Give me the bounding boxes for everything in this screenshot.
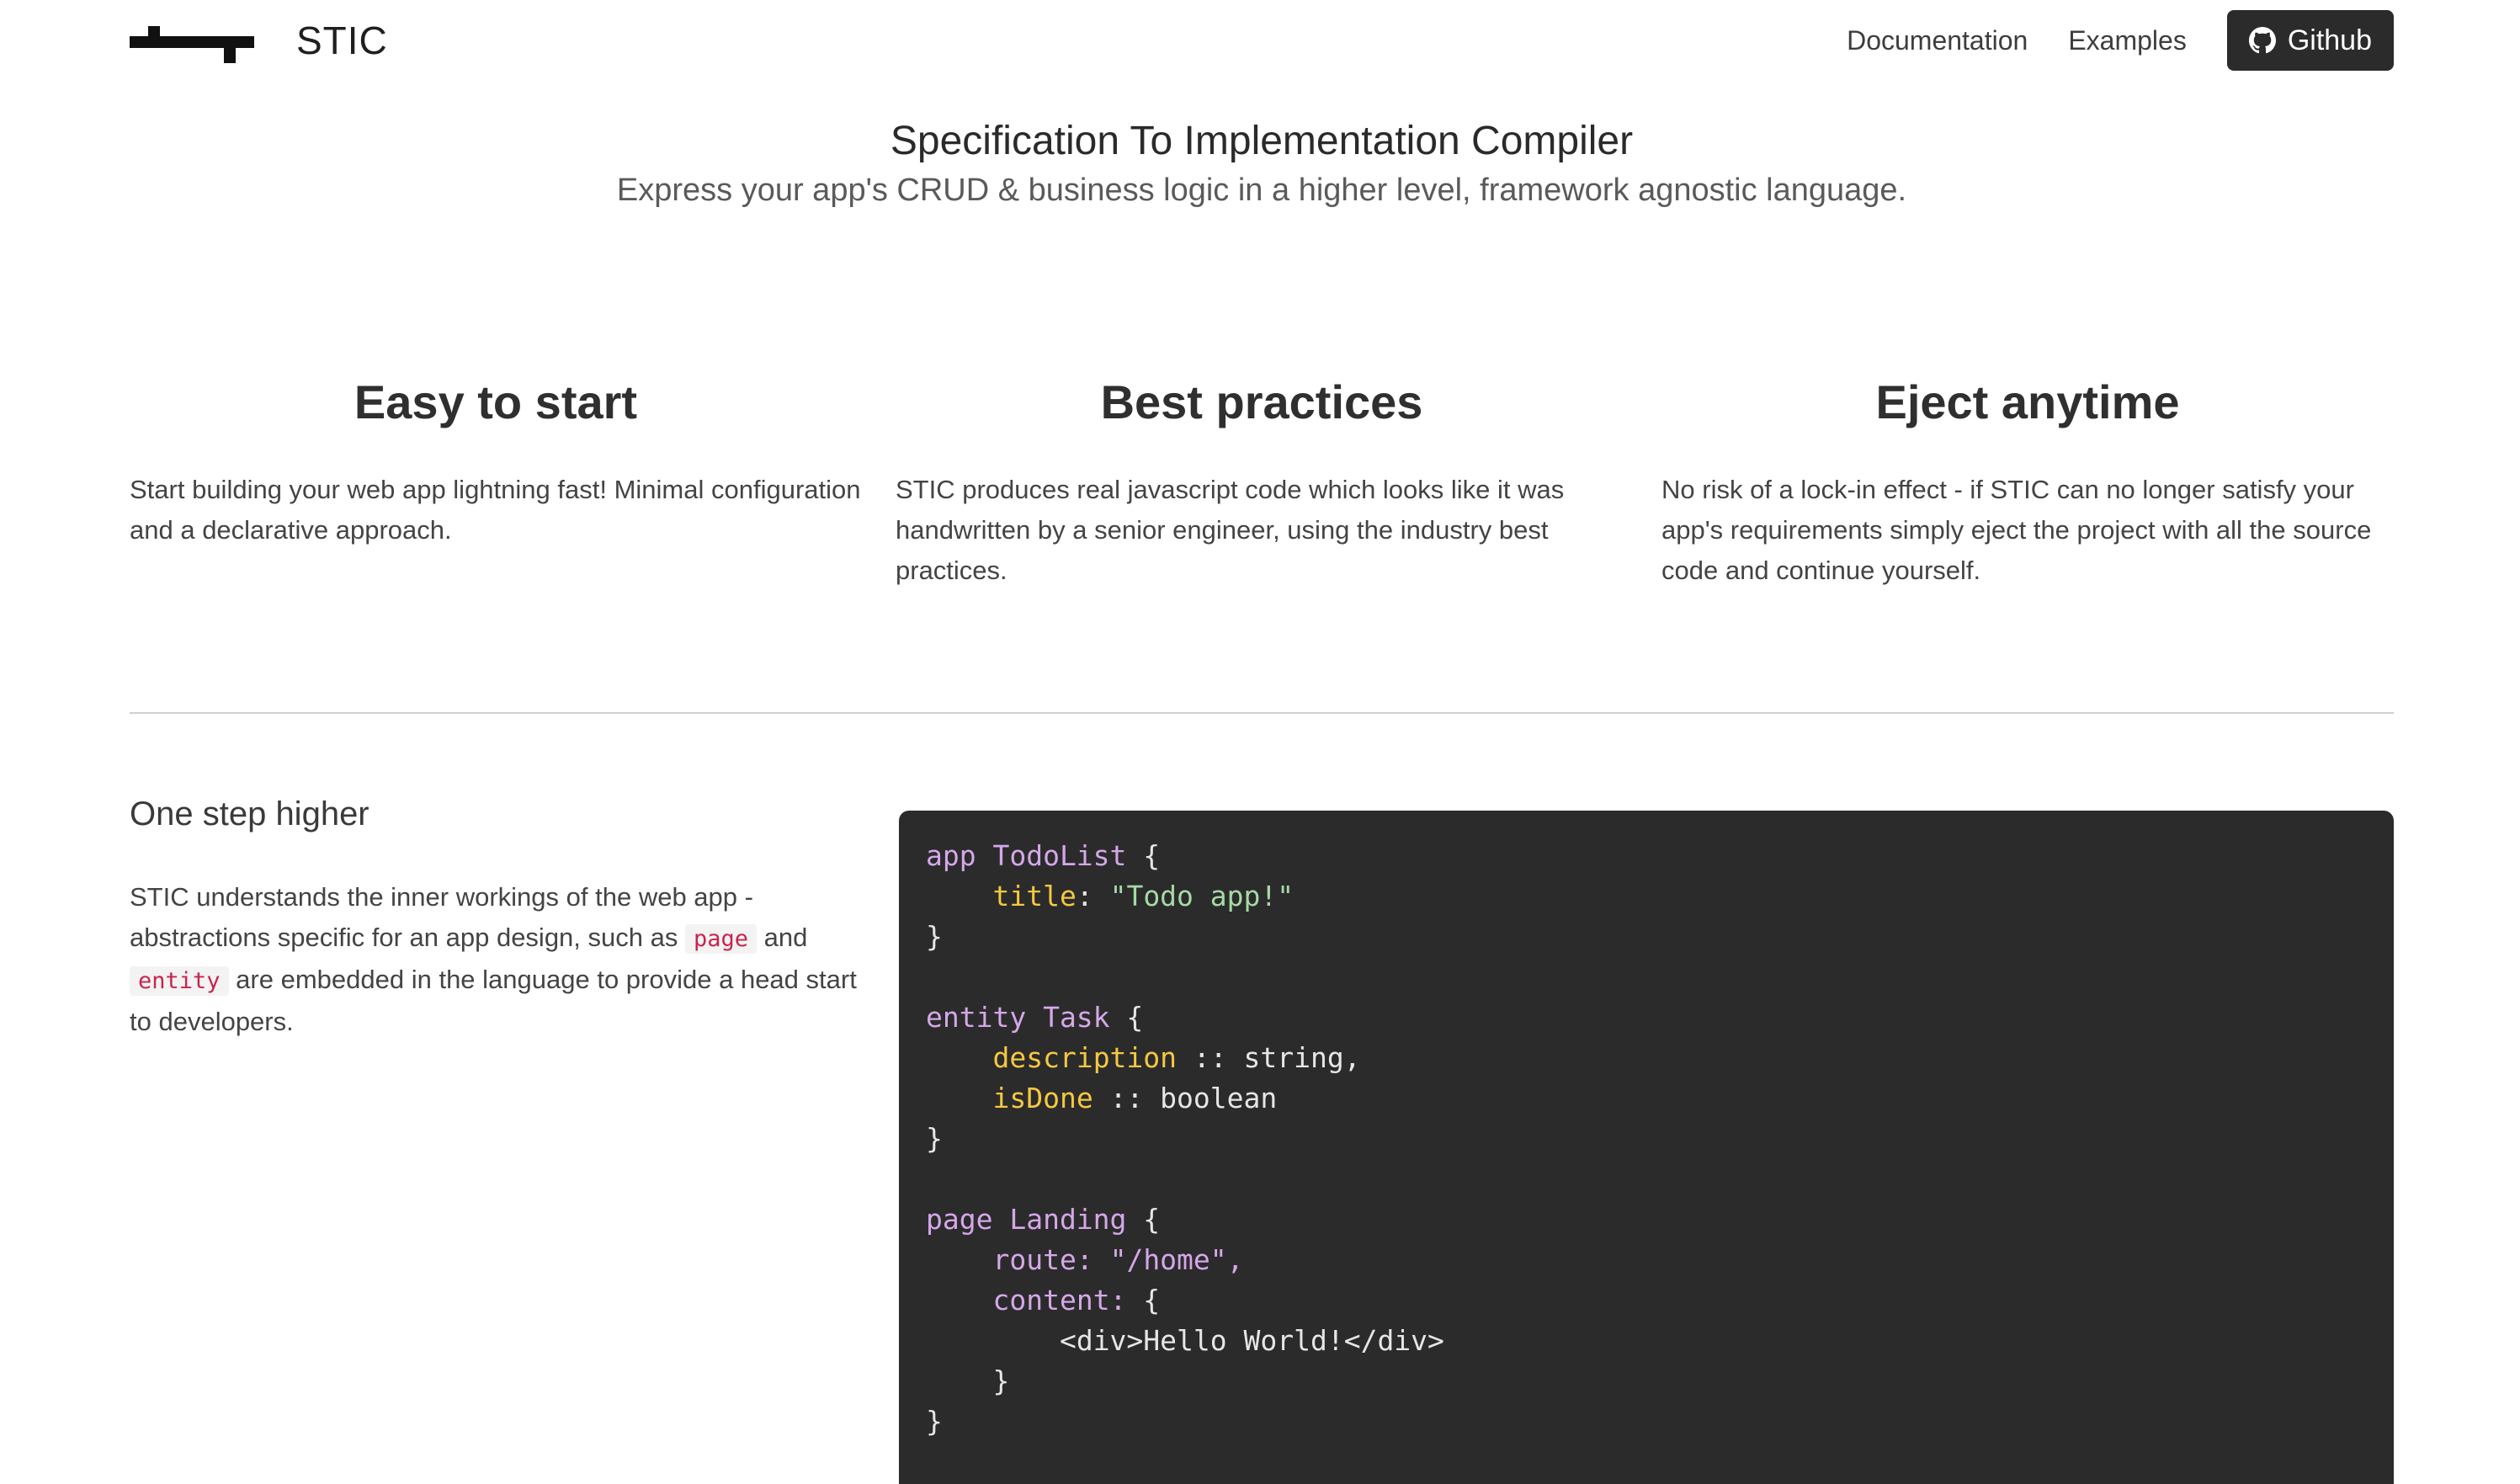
feature-text: STIC produces real javascript code which… <box>896 475 1565 585</box>
nav-links: Documentation Examples Github <box>1806 10 2394 71</box>
features: Easy to start Start building your web ap… <box>130 375 2394 591</box>
inline-code-page: page <box>685 924 758 954</box>
one-step-higher-section: One step higher STIC understands the inn… <box>130 795 2394 1484</box>
section-description: One step higher STIC understands the inn… <box>130 795 862 1484</box>
feature-easy-to-start: Easy to start Start building your web ap… <box>130 375 862 591</box>
nav-link-documentation[interactable]: Documentation <box>1847 25 2028 56</box>
navbar: STIC Documentation Examples Github <box>130 0 2394 81</box>
github-label: Github <box>2287 24 2372 56</box>
section-text: STIC understands the inner workings of t… <box>130 882 857 1036</box>
brand[interactable]: STIC <box>130 14 388 66</box>
stic-logo-icon <box>130 14 254 66</box>
github-icon <box>2248 27 2276 54</box>
feature-best-practices: Best practices STIC produces real javasc… <box>896 375 1628 591</box>
feature-title: Best practices <box>1100 375 1423 428</box>
page: STIC Documentation Examples Github Speci… <box>0 0 2520 1484</box>
feature-title: Easy to start <box>354 375 638 428</box>
feature-text: No risk of a lock-in effect - if STIC ca… <box>1661 475 2372 585</box>
inline-code-entity: entity <box>130 966 229 996</box>
feature-text: Start building your web app lightning fa… <box>130 475 861 545</box>
nav-link-examples[interactable]: Examples <box>2068 25 2187 56</box>
hero-subtitle: Express your app's CRUD & business logic… <box>616 173 1907 208</box>
hero-title: Specification To Implementation Compiler <box>890 119 1634 163</box>
section-divider <box>130 712 2394 714</box>
feature-eject-anytime: Eject anytime No risk of a lock-in effec… <box>1661 375 2394 591</box>
brand-name: STIC <box>296 19 388 62</box>
code-example: app TodoList { title: "Todo app!" } enti… <box>899 811 2394 1484</box>
feature-title: Eject anytime <box>1875 375 2180 428</box>
section-title: One step higher <box>130 795 369 832</box>
github-button[interactable]: Github <box>2226 10 2394 71</box>
hero: Specification To Implementation Compiler… <box>130 118 2394 209</box>
